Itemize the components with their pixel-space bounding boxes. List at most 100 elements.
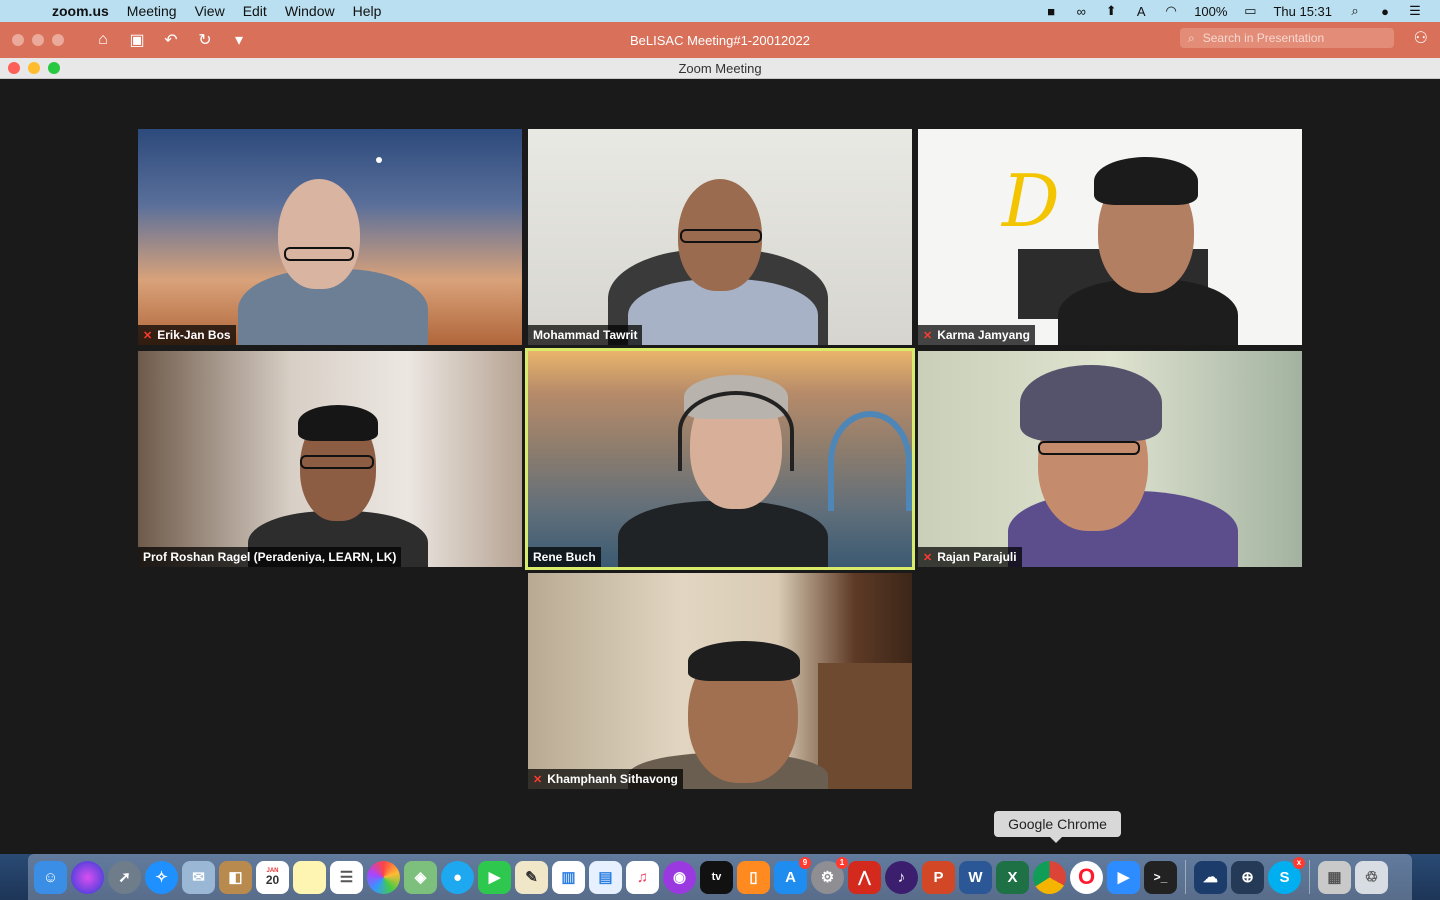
participant-head: [278, 179, 360, 289]
vpn-app-icon[interactable]: ⊕: [1231, 860, 1264, 894]
undo-icon[interactable]: ↶: [154, 30, 188, 50]
mail-icon[interactable]: ✉: [182, 860, 215, 894]
siri-icon[interactable]: ●: [1370, 4, 1400, 19]
trash-icon[interactable]: ♲: [1355, 860, 1388, 894]
notification-badge: 1: [836, 856, 848, 869]
menu-meeting[interactable]: Meeting: [118, 0, 186, 22]
downloads-stack-icon[interactable]: ▦: [1318, 860, 1351, 894]
participant-name-tag: ✕ Rajan Parajuli: [918, 547, 1022, 567]
clock[interactable]: Thu 15:31: [1265, 4, 1340, 19]
pages-icon[interactable]: ✎: [515, 860, 548, 894]
onedrive-icon[interactable]: ☁: [1194, 860, 1227, 894]
excel-icon[interactable]: X: [996, 860, 1029, 894]
audio-app-icon[interactable]: ♪: [885, 860, 918, 894]
terminal-icon[interactable]: >_: [1144, 860, 1177, 894]
opera-icon[interactable]: O: [1070, 860, 1103, 894]
menu-window[interactable]: Window: [276, 0, 344, 22]
background-logo-graphic: D: [1002, 159, 1060, 243]
maps-icon[interactable]: ◈: [404, 860, 437, 894]
video-tile[interactable]: ✕ Rajan Parajuli: [918, 351, 1302, 567]
contacts-icon[interactable]: ◧: [219, 860, 252, 894]
glasses: [300, 455, 374, 469]
ppt-search-input[interactable]: ⌕ Search in Presentation: [1180, 28, 1394, 48]
podcasts-icon[interactable]: ◉: [663, 860, 696, 894]
app-store-icon[interactable]: A9: [774, 856, 811, 894]
safari-icon[interactable]: ✧: [145, 860, 178, 894]
word-icon[interactable]: W: [959, 860, 992, 894]
zoom-minimize-button[interactable]: [28, 62, 40, 74]
creative-cloud-icon[interactable]: ∞: [1066, 4, 1096, 19]
ppt-close-button[interactable]: [12, 34, 24, 46]
video-tile[interactable]: Prof Roshan Ragel (Peradeniya, LEARN, LK…: [138, 351, 522, 567]
muted-mic-icon: ✕: [923, 329, 933, 342]
share-icon[interactable]: ⚇: [1414, 28, 1428, 48]
wifi-icon[interactable]: ◠: [1156, 3, 1186, 19]
powerpoint-icon[interactable]: P: [922, 860, 955, 894]
notes-icon[interactable]: [293, 860, 326, 894]
powerpoint-toolbar: ⌂ ▣ ↶ ↻ ▾ BeLISAC Meeting#1-20012022 ⌕ S…: [0, 22, 1440, 58]
video-tile[interactable]: D ✕ Karma Jamyang: [918, 129, 1302, 345]
notification-badge: x: [1293, 856, 1305, 869]
menu-help[interactable]: Help: [344, 0, 391, 22]
participant-name-tag: Mohammad Tawrit: [528, 325, 643, 345]
beanie-hat: [1020, 365, 1162, 441]
chrome-icon[interactable]: [1033, 860, 1066, 894]
muted-mic-icon: ✕: [923, 551, 933, 564]
skype-icon[interactable]: Sx: [1268, 856, 1305, 894]
save-icon[interactable]: ▣: [120, 30, 154, 50]
zoom-status-icon[interactable]: ■: [1036, 4, 1066, 19]
notification-center-icon[interactable]: ☰: [1400, 3, 1430, 19]
home-icon[interactable]: ⌂: [86, 31, 120, 49]
ppt-maximize-button[interactable]: [52, 34, 64, 46]
zoom-maximize-button[interactable]: [48, 62, 60, 74]
menu-edit[interactable]: Edit: [234, 0, 276, 22]
redo-icon[interactable]: ↻: [188, 30, 222, 50]
zoom-icon[interactable]: ▶: [1107, 860, 1140, 894]
input-source-icon[interactable]: A: [1126, 4, 1156, 19]
zoom-close-button[interactable]: [8, 62, 20, 74]
participant-name-tag: ✕ Erik-Jan Bos: [138, 325, 236, 345]
spotlight-search-icon[interactable]: ⌕: [1340, 3, 1370, 19]
keynote-icon[interactable]: ▤: [589, 860, 622, 894]
search-icon: ⌕: [1188, 30, 1195, 45]
muted-mic-icon: ✕: [533, 773, 543, 786]
video-tile[interactable]: ✕ Erik-Jan Bos: [138, 129, 522, 345]
messages-icon[interactable]: ●: [441, 860, 474, 894]
zoom-window: Zoom Meeting ✕ Erik-Jan Bos Mohammad Taw…: [0, 58, 1440, 854]
numbers-icon[interactable]: ▥: [552, 860, 585, 894]
video-gallery: ✕ Erik-Jan Bos Mohammad Tawrit D ✕ Karma…: [0, 79, 1440, 854]
bookshelf-graphic: [818, 663, 912, 789]
participant-name: Rene Buch: [533, 550, 596, 564]
video-tile[interactable]: Mohammad Tawrit: [528, 129, 912, 345]
video-tile[interactable]: ✕ Khamphanh Sithavong: [528, 573, 912, 789]
participant-name: Erik-Jan Bos: [157, 328, 231, 342]
muted-mic-icon: ✕: [143, 329, 153, 342]
dock-tooltip: Google Chrome: [994, 811, 1121, 843]
zoom-window-title: Zoom Meeting: [678, 60, 762, 76]
participant-name-tag: ✕ Karma Jamyang: [918, 325, 1035, 345]
menu-app-name[interactable]: zoom.us: [52, 0, 118, 22]
participant-name-tag: ✕ Khamphanh Sithavong: [528, 769, 683, 789]
calendar-icon[interactable]: JAN 20: [256, 860, 289, 894]
upload-sync-icon[interactable]: ⬆: [1096, 3, 1126, 19]
system-preferences-icon[interactable]: ⚙ 1: [811, 856, 848, 894]
star-decoration: [376, 157, 382, 163]
customize-toolbar-icon[interactable]: ▾: [222, 30, 256, 50]
battery-icon[interactable]: ▭: [1235, 3, 1265, 19]
battery-percent[interactable]: 100%: [1186, 4, 1235, 19]
reminders-icon[interactable]: ☰: [330, 860, 363, 894]
video-tile-active-speaker[interactable]: Rene Buch: [525, 348, 915, 570]
photos-icon[interactable]: [367, 860, 400, 894]
facetime-icon[interactable]: ▶: [478, 860, 511, 894]
appletv-icon[interactable]: tv: [700, 860, 733, 894]
menu-view[interactable]: View: [186, 0, 234, 22]
participant-name: Karma Jamyang: [937, 328, 1030, 342]
music-icon[interactable]: ♫: [626, 860, 659, 894]
glasses: [1038, 441, 1140, 455]
books-icon[interactable]: ▯: [737, 860, 770, 894]
launchpad-icon[interactable]: ➚: [108, 860, 141, 894]
siri-icon[interactable]: [71, 860, 104, 894]
finder-icon[interactable]: ☺: [34, 860, 67, 894]
ppt-minimize-button[interactable]: [32, 34, 44, 46]
acrobat-icon[interactable]: ⋀: [848, 860, 881, 894]
